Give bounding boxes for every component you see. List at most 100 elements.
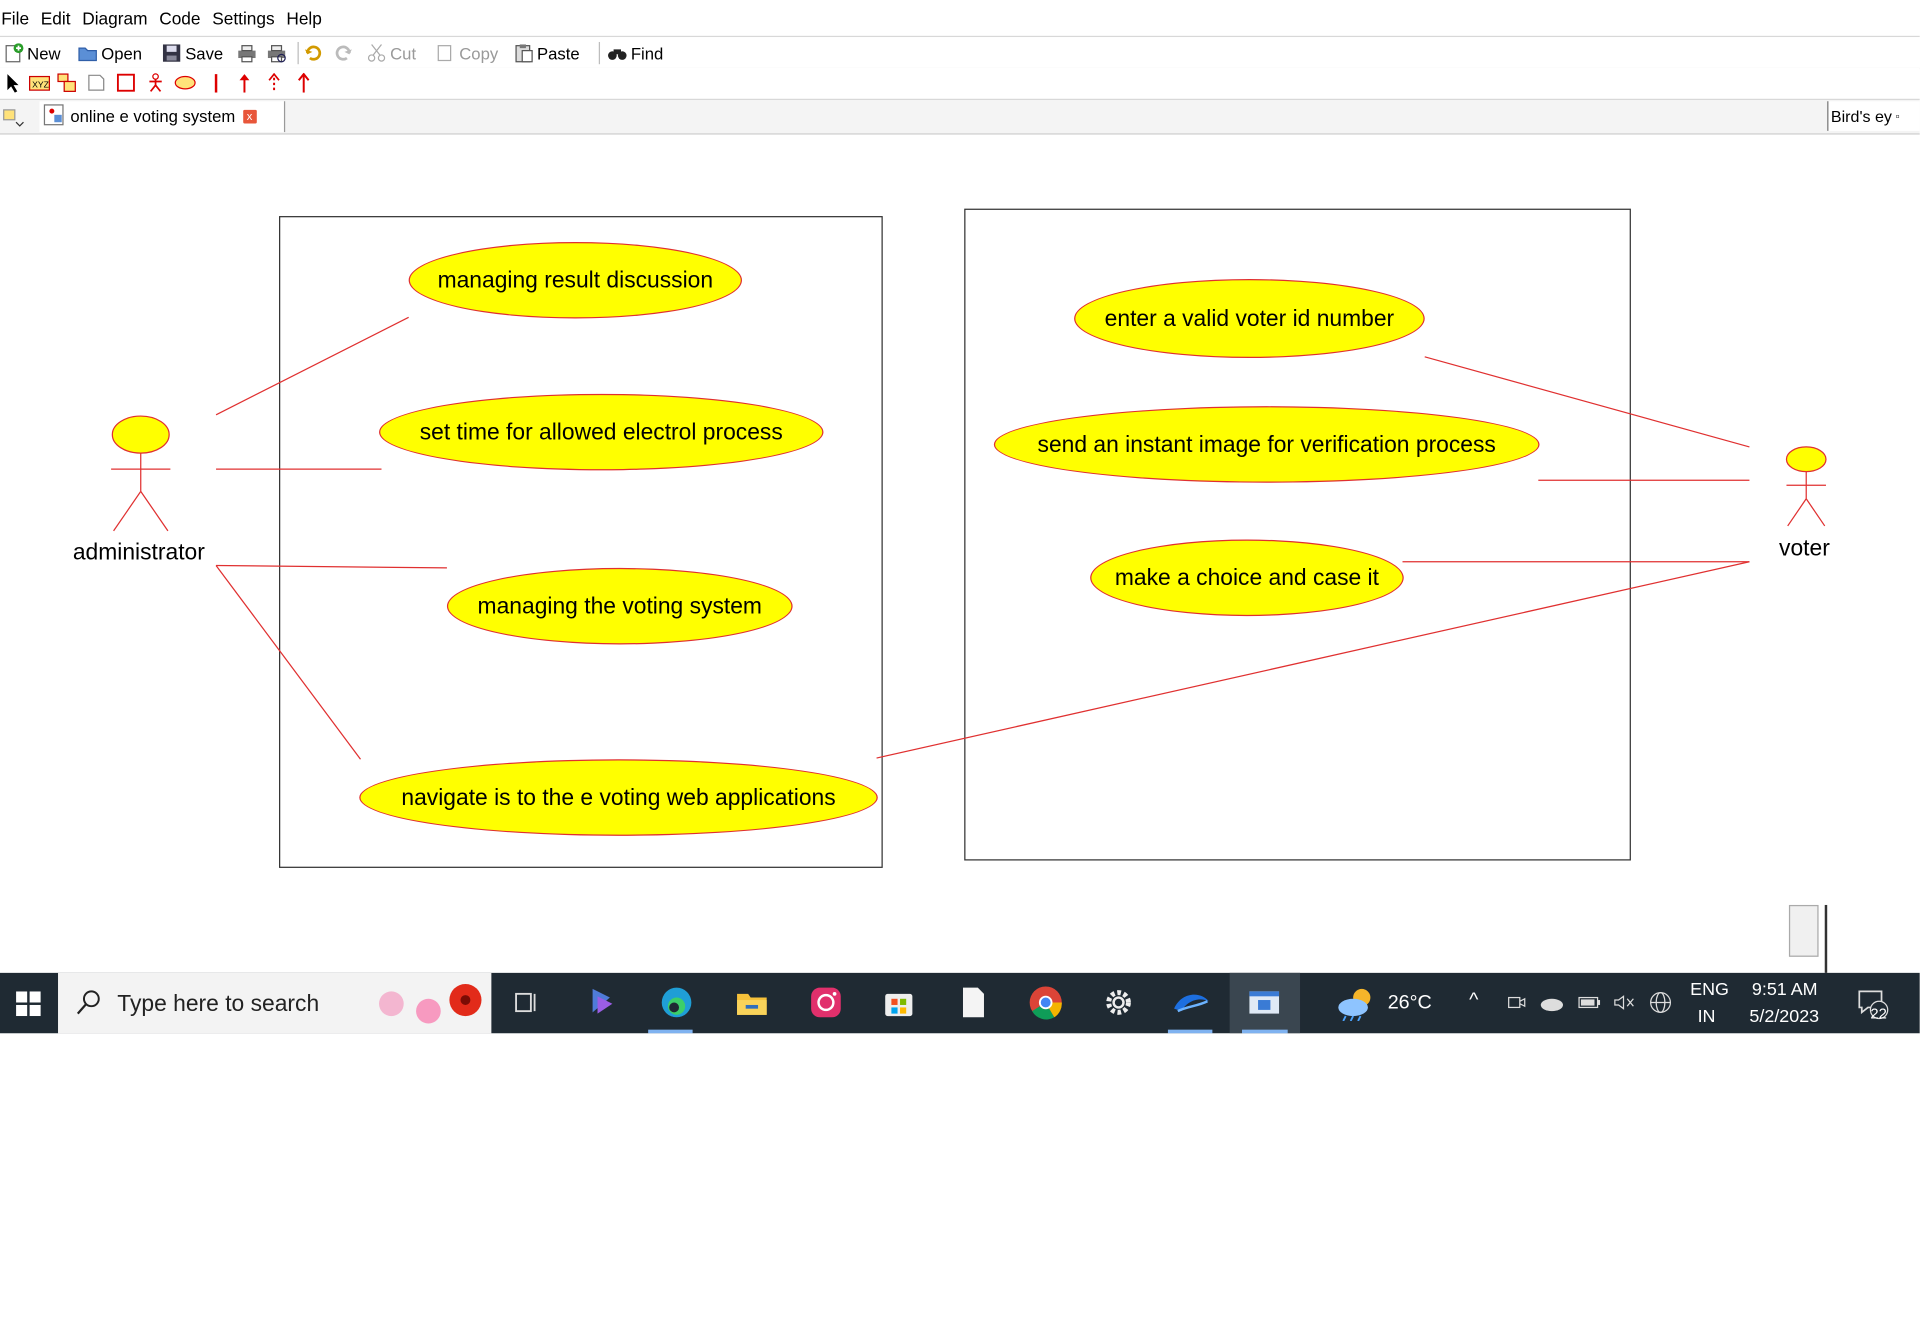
taskbar-search-box[interactable]: Type here to search	[58, 972, 492, 1034]
print-preview-button[interactable]	[267, 41, 287, 66]
association-lines	[215, 316, 1750, 760]
generalization-tool[interactable]	[235, 73, 255, 93]
scrollbar-thumb[interactable]	[1788, 904, 1819, 957]
search-icon	[75, 989, 102, 1022]
find-button[interactable]: Find	[607, 41, 663, 66]
menu-edit[interactable]: Edit	[41, 6, 74, 29]
weather-cloud-icon[interactable]	[1336, 986, 1378, 1026]
weather-temperature[interactable]: 26°C	[1388, 993, 1432, 1015]
package-tool[interactable]	[57, 73, 77, 93]
restore-window-icon[interactable]: ▫	[1896, 110, 1900, 122]
administrator-actor[interactable]	[111, 415, 171, 532]
chrome-icon[interactable]	[1027, 984, 1064, 1021]
tab-menu-icon[interactable]	[2, 107, 24, 133]
input-language[interactable]: ENG	[1690, 980, 1729, 1000]
battery-icon[interactable]	[1578, 993, 1603, 1018]
instagram-icon[interactable]	[807, 984, 844, 1021]
star-uml-icon[interactable]	[1170, 984, 1209, 1021]
menu-code[interactable]: Code	[159, 6, 204, 29]
active-app-window-icon	[1249, 991, 1280, 1014]
menu-settings[interactable]: Settings	[212, 6, 278, 29]
usecase-navigate-e-voting-web[interactable]: navigate is to the e voting web applicat…	[359, 759, 878, 836]
diagram-lines	[111, 208, 1827, 868]
speaker-muted-icon[interactable]	[1612, 993, 1637, 1018]
xyz-label: XYZ	[32, 80, 49, 90]
class-tool[interactable]: XYZ	[28, 73, 51, 93]
note-tool[interactable]	[86, 73, 106, 93]
birds-eye-label: Bird's ey	[1830, 106, 1892, 126]
bing-icon[interactable]	[585, 984, 622, 1021]
usecase-set-time-electrol-process[interactable]: set time for allowed electrol process	[379, 393, 824, 471]
menu-diagram[interactable]: Diagram	[82, 6, 151, 29]
paste-button[interactable]: Paste	[514, 41, 580, 66]
print-button[interactable]	[237, 41, 257, 66]
diagram-tools: XYZ	[0, 67, 1920, 101]
menu-file[interactable]: File	[0, 6, 33, 29]
menu-help[interactable]: Help	[286, 6, 325, 29]
tab-online-e-voting-system[interactable]: online e voting system x	[39, 101, 286, 133]
start-button[interactable]	[0, 973, 57, 1033]
new-label: New	[27, 43, 61, 63]
voter-label: voter	[1779, 534, 1830, 561]
printer-icon	[237, 43, 257, 63]
diagram-canvas[interactable]: managing result discussion set time for …	[0, 133, 1920, 973]
usecase-send-instant-image[interactable]: send an instant image for verification p…	[993, 406, 1540, 483]
redo-button[interactable]	[333, 41, 353, 66]
usecase-managing-result-discussion[interactable]: managing result discussion	[408, 241, 742, 319]
toolbar: New Open Save Cut Copy Paste Find	[0, 35, 1920, 70]
voter-actor[interactable]	[1785, 446, 1827, 527]
usecase-managing-voting-system[interactable]: managing the voting system	[446, 567, 793, 645]
clock-date[interactable]: 5/2/2023	[1749, 1007, 1819, 1027]
birds-eye-view-tab[interactable]: Bird's ey ▫	[1827, 101, 1920, 131]
select-pointer-tool[interactable]	[4, 73, 24, 93]
undo-icon	[304, 43, 324, 63]
usecase-label: managing result discussion	[437, 266, 714, 293]
splitter-handle[interactable]	[1824, 904, 1828, 973]
active-app-tile[interactable]	[1229, 972, 1301, 1034]
onedrive-cloud-icon[interactable]	[1538, 993, 1565, 1018]
system-boundary-tool[interactable]	[116, 73, 136, 93]
open-label: Open	[101, 43, 143, 63]
edge-browser-icon[interactable]	[658, 984, 695, 1021]
microsoft-store-icon[interactable]	[880, 984, 917, 1021]
class-box-icon: XYZ	[29, 75, 51, 91]
administrator-label: administrator	[72, 538, 205, 565]
association-line-icon	[214, 74, 218, 93]
folder-icon	[78, 43, 98, 63]
settings-gear-icon[interactable]	[1100, 984, 1137, 1021]
usecase-enter-voter-id[interactable]: enter a valid voter id number	[1074, 279, 1425, 359]
dashed-arrow-up-icon	[268, 72, 280, 93]
document-app-icon[interactable]	[954, 984, 991, 1021]
task-view-icon[interactable]	[509, 984, 546, 1021]
input-region[interactable]: IN	[1698, 1007, 1716, 1027]
extend-tool[interactable]	[294, 72, 314, 93]
copy-button[interactable]: Copy	[436, 41, 498, 66]
open-button[interactable]: Open	[78, 41, 142, 66]
arrow-up-icon	[239, 74, 250, 93]
undo-button[interactable]	[304, 41, 324, 66]
printer-preview-icon	[267, 43, 287, 63]
chevron-up-icon[interactable]: ^	[1469, 990, 1478, 1012]
package-icon	[57, 73, 76, 92]
network-globe-icon[interactable]	[1648, 990, 1673, 1020]
save-button[interactable]: Save	[162, 41, 223, 66]
file-explorer-icon[interactable]	[733, 984, 770, 1021]
cut-label: Cut	[390, 43, 417, 63]
toolbar-separator	[598, 41, 601, 65]
diagram-file-icon	[43, 104, 65, 130]
include-tool[interactable]	[264, 72, 284, 93]
copy-icon	[436, 43, 456, 63]
association-tool[interactable]	[207, 73, 227, 93]
paste-label: Paste	[537, 43, 580, 63]
usecase-label: managing the voting system	[477, 592, 762, 619]
actor-tool[interactable]	[146, 73, 166, 93]
cut-button[interactable]: Cut	[367, 41, 416, 66]
new-button[interactable]: New	[4, 41, 61, 66]
clock-time[interactable]: 9:51 AM	[1752, 980, 1818, 1000]
usecase-tool[interactable]	[174, 73, 196, 93]
tab-close-icon[interactable]: x	[242, 109, 257, 124]
new-file-icon	[4, 43, 24, 63]
meet-now-icon[interactable]	[1506, 993, 1526, 1018]
usecase-make-choice[interactable]: make a choice and case it	[1090, 539, 1404, 617]
floppy-disk-icon	[162, 43, 182, 63]
